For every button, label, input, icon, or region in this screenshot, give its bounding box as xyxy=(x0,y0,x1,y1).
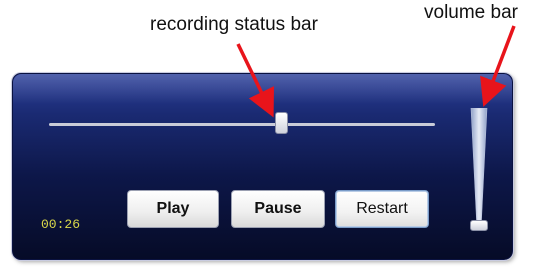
media-player-panel: 00:26 Play Pause Restart xyxy=(12,73,513,260)
recording-status-thumb[interactable] xyxy=(274,112,288,134)
screenshot-stage: recording status bar volume bar 00:26 Pl… xyxy=(0,0,548,270)
elapsed-time: 00:26 xyxy=(41,217,81,232)
pause-button[interactable]: Pause xyxy=(231,190,325,228)
recording-status-bar[interactable] xyxy=(49,123,435,126)
recording-status-annotation: recording status bar xyxy=(150,14,318,35)
restart-button[interactable]: Restart xyxy=(335,190,429,228)
volume-thumb[interactable] xyxy=(470,220,488,231)
volume-bar[interactable] xyxy=(468,108,490,230)
play-button[interactable]: Play xyxy=(127,190,219,228)
volume-bar-annotation: volume bar xyxy=(424,2,518,23)
